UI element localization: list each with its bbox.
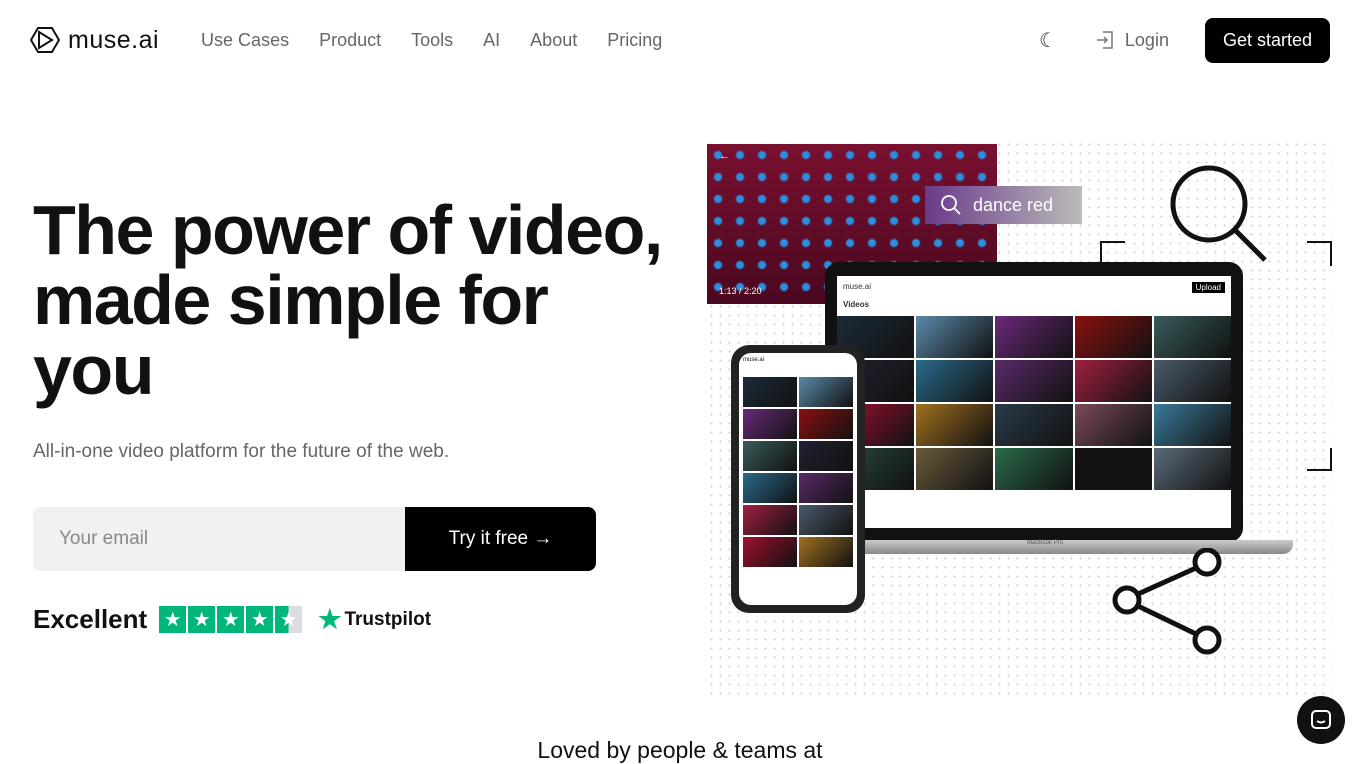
try-free-button[interactable]: Try it free → xyxy=(405,507,596,571)
arrow-right-icon: → xyxy=(533,528,553,549)
logo-icon xyxy=(30,27,60,53)
video-thumbnail xyxy=(743,473,797,503)
hero-illustration: ← 1:13 / 2:20 dance red muse.ai Upload Vi… xyxy=(707,140,1332,695)
chat-button[interactable] xyxy=(1297,696,1345,744)
video-thumbnail xyxy=(799,441,853,471)
video-thumbnail xyxy=(1153,448,1231,490)
video-thumbnail xyxy=(743,377,797,407)
email-input[interactable] xyxy=(33,507,405,571)
video-thumbnail xyxy=(799,377,853,407)
video-thumbnail xyxy=(1153,404,1231,446)
get-started-button[interactable]: Get started xyxy=(1204,17,1330,63)
app-section: Videos xyxy=(843,300,870,309)
search-overlay: dance red xyxy=(925,186,1082,224)
rating-label: Excellent xyxy=(33,604,148,634)
dark-mode-moon-icon[interactable]: ☾ xyxy=(1039,28,1057,53)
video-thumbnail xyxy=(916,448,994,490)
video-thumbnail xyxy=(1074,316,1152,358)
video-thumbnail xyxy=(1153,316,1231,358)
nav-product[interactable]: Product xyxy=(319,30,381,51)
loved-by-heading: Loved by people & teams at xyxy=(537,737,823,763)
video-thumbnail xyxy=(916,360,994,402)
try-free-label: Try it free xyxy=(448,528,529,549)
star-icon: ★ xyxy=(188,606,216,633)
rating-stars: ★ ★ ★ ★ ★ xyxy=(159,606,303,633)
video-thumbnail xyxy=(1074,404,1152,446)
video-thumbnail xyxy=(743,441,797,471)
star-icon: ★ xyxy=(159,606,187,633)
nav-pricing[interactable]: Pricing xyxy=(607,30,662,51)
brand-name: muse.ai xyxy=(68,25,160,54)
video-thumbnail xyxy=(916,316,994,358)
app-upload: Upload xyxy=(1191,282,1225,293)
share-icon xyxy=(1112,548,1222,655)
video-thumbnail xyxy=(916,404,994,446)
video-thumbnail xyxy=(799,505,853,535)
star-icon: ★ xyxy=(217,606,245,633)
video-thumbnail xyxy=(1153,360,1231,402)
half-star-icon: ★ xyxy=(275,606,303,633)
video-thumbnail xyxy=(995,404,1073,446)
nav-about[interactable]: About xyxy=(530,30,577,51)
top-nav: muse.ai Use Cases Product Tools AI About… xyxy=(0,0,1360,80)
star-icon: ★ xyxy=(246,606,274,633)
video-thumbnail xyxy=(799,537,853,567)
app-brand: muse.ai xyxy=(843,282,872,291)
video-thumbnail xyxy=(743,409,797,439)
video-thumbnail xyxy=(743,537,797,567)
video-thumbnail xyxy=(1074,360,1152,402)
login-label: Login xyxy=(1124,29,1169,50)
back-arrow-icon: ← xyxy=(719,150,730,162)
nav-tools[interactable]: Tools xyxy=(411,30,453,51)
laptop-mockup: muse.ai Upload Videos xyxy=(825,262,1243,542)
signup-form: Try it free → xyxy=(33,507,596,571)
video-thumbnail xyxy=(1074,448,1152,490)
phone-app-brand: muse.ai xyxy=(743,357,765,363)
login-icon xyxy=(1096,31,1113,49)
nav-ai[interactable]: AI xyxy=(483,30,500,51)
video-thumbnail xyxy=(799,409,853,439)
search-query: dance red xyxy=(973,194,1054,215)
trustpilot-label: Trustpilot xyxy=(344,608,432,630)
chat-icon xyxy=(1311,710,1331,729)
video-thumbnail xyxy=(743,505,797,535)
video-thumbnail xyxy=(799,473,853,503)
login-button[interactable]: Login xyxy=(1095,30,1169,51)
trustpilot-rating[interactable]: Excellent ★ ★ ★ ★ ★ ★ Trustpilot xyxy=(33,604,431,635)
video-thumbnail xyxy=(995,316,1073,358)
video-thumbnail xyxy=(995,360,1073,402)
trustpilot-star-icon: ★ xyxy=(318,604,342,634)
phone-mockup: muse.ai xyxy=(731,345,865,613)
search-icon xyxy=(941,195,961,215)
player-time: 1:13 / 2:20 xyxy=(719,286,762,296)
video-thumbnail xyxy=(995,448,1073,490)
nav-use-cases[interactable]: Use Cases xyxy=(201,30,289,51)
hero-title: The power of video, made simple for you xyxy=(33,191,663,409)
hero-subtitle: All-in-one video platform for the future… xyxy=(33,441,450,462)
brand-logo[interactable]: muse.ai xyxy=(30,26,159,55)
